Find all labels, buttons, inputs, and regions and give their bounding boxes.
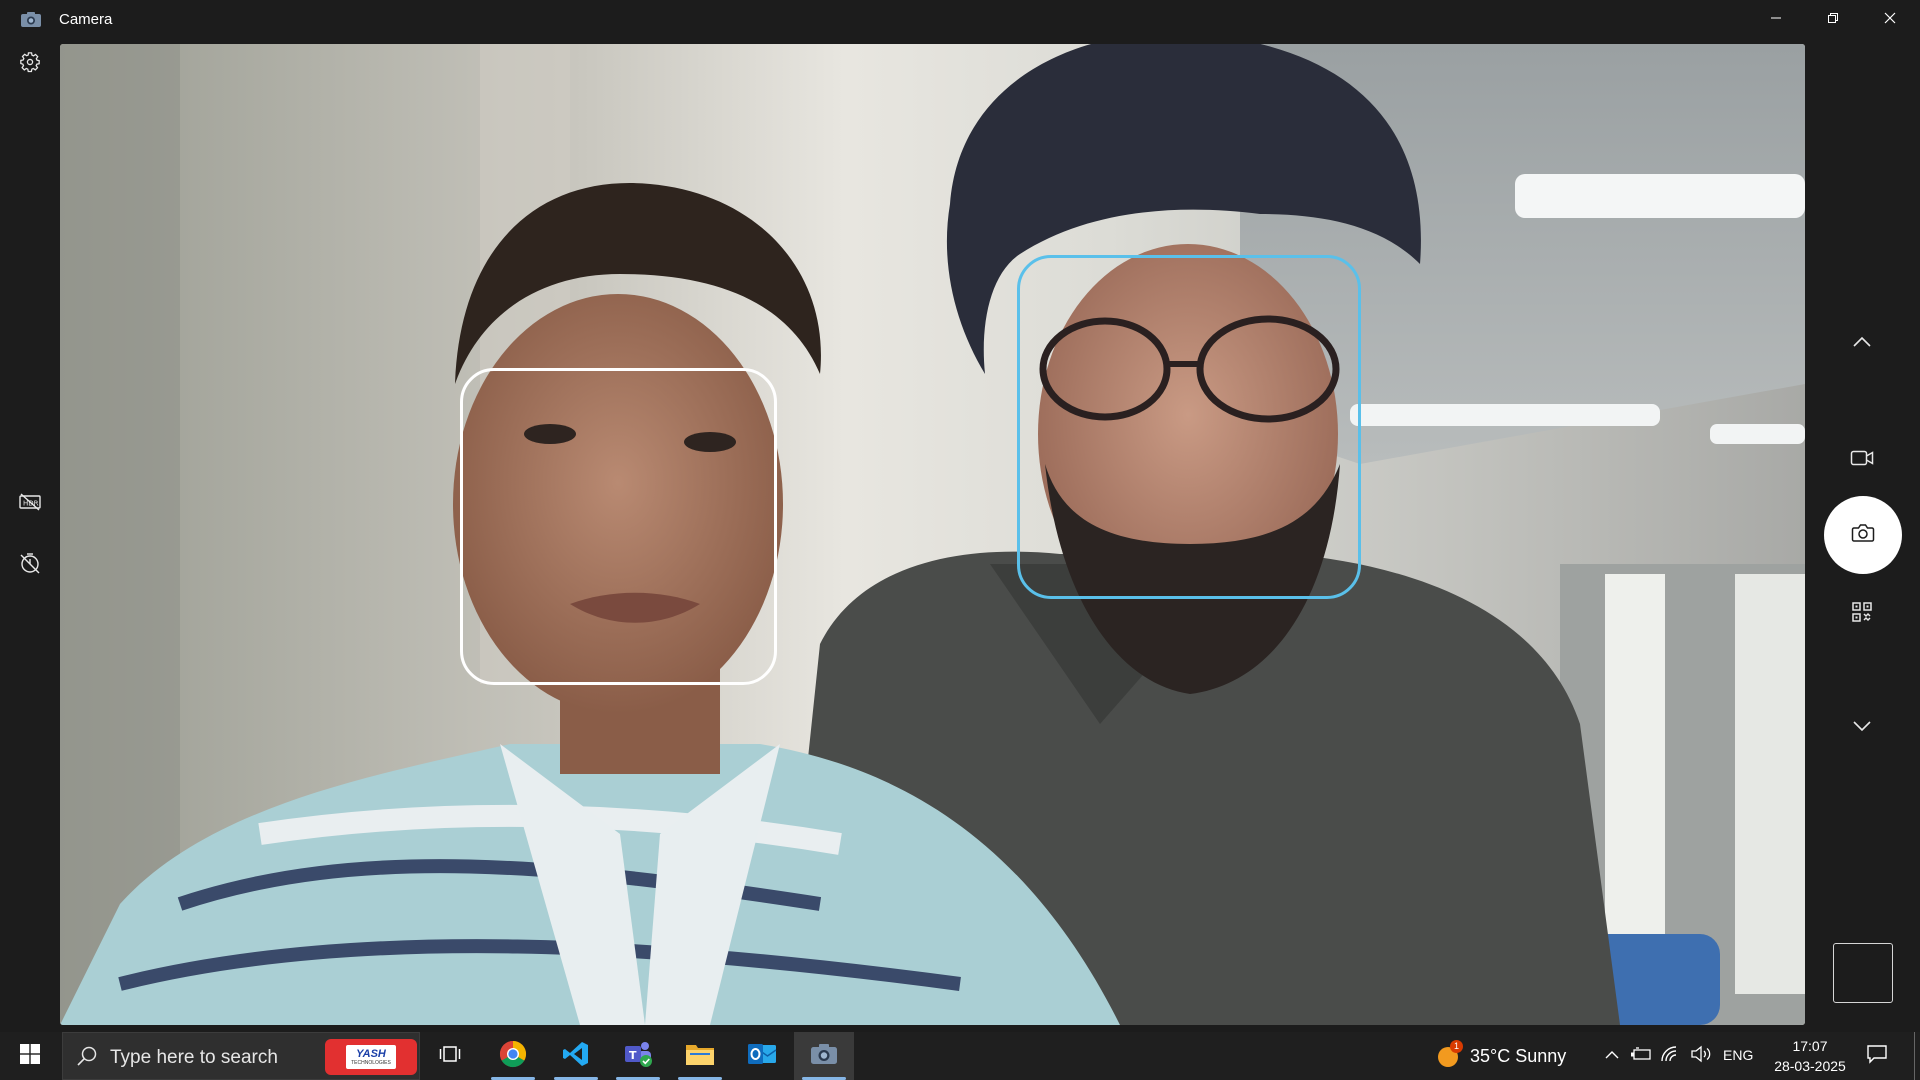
settings-button[interactable]	[10, 44, 50, 84]
taskbar-app-vscode[interactable]	[546, 1032, 606, 1080]
barcode-mode-button[interactable]	[1842, 594, 1882, 634]
start-button[interactable]	[0, 1032, 60, 1080]
close-icon	[1884, 11, 1896, 29]
maximize-button[interactable]	[1805, 0, 1861, 40]
taskbar-app-teams[interactable]: T	[608, 1032, 668, 1080]
chevron-up-icon	[1604, 1047, 1620, 1065]
folder-icon	[685, 1041, 715, 1072]
show-desktop-button[interactable]	[1914, 1032, 1915, 1080]
teams-icon: T	[623, 1040, 653, 1073]
last-capture-thumbnail[interactable]	[1833, 943, 1893, 1003]
weather-widget[interactable]: 1 35°C Sunny	[1436, 1032, 1566, 1080]
task-view-button[interactable]	[420, 1032, 480, 1080]
windows-logo-icon	[20, 1043, 40, 1069]
weather-text: 35°C Sunny	[1470, 1045, 1567, 1066]
speaker-icon	[1690, 1045, 1712, 1068]
camera-viewfinder[interactable]	[60, 44, 1805, 1025]
taskbar-app-file-explorer[interactable]	[670, 1032, 730, 1080]
search-icon	[76, 1045, 98, 1072]
battery-icon	[1630, 1046, 1652, 1066]
mode-down-button[interactable]	[1842, 708, 1882, 748]
taskbar-search-box[interactable]: Type here to search YASH TECHNOLOGIES	[62, 1032, 420, 1080]
camera-app-icon	[810, 1043, 838, 1070]
clock[interactable]: 17:07 28-03-2025	[1764, 1036, 1856, 1076]
timer-off-icon	[19, 552, 41, 579]
take-photo-button[interactable]	[1824, 496, 1902, 574]
clock-date: 28-03-2025	[1774, 1058, 1846, 1074]
qr-code-icon	[1852, 601, 1872, 627]
vscode-icon	[562, 1040, 590, 1073]
window-title: Camera	[59, 11, 113, 28]
close-button[interactable]	[1862, 0, 1918, 40]
notification-icon	[1866, 1044, 1888, 1069]
camera-preview-image	[60, 44, 1805, 1025]
volume-button[interactable]	[1689, 1044, 1713, 1068]
taskbar-app-camera[interactable]	[794, 1032, 854, 1080]
video-camera-icon	[1850, 449, 1874, 472]
search-highlight-banner[interactable]: YASH TECHNOLOGIES	[325, 1039, 417, 1075]
weather-alert-badge: 1	[1450, 1040, 1463, 1053]
chrome-icon	[498, 1039, 528, 1074]
input-language-indicator[interactable]: ENG	[1723, 1047, 1753, 1063]
mode-up-button[interactable]	[1842, 324, 1882, 364]
taskbar-app-chrome[interactable]	[483, 1032, 543, 1080]
svg-text:T: T	[629, 1049, 637, 1062]
timer-off-button[interactable]	[10, 545, 50, 585]
face-detection-box	[460, 368, 777, 685]
gear-icon	[19, 51, 41, 78]
chevron-up-icon	[1852, 335, 1872, 353]
search-placeholder: Type here to search	[110, 1047, 278, 1068]
notification-center-button[interactable]	[1862, 1042, 1892, 1070]
outlook-icon	[747, 1040, 777, 1073]
taskbar: Type here to search YASH TECHNOLOGIES T	[0, 1032, 1920, 1080]
battery-button[interactable]	[1629, 1044, 1653, 1068]
task-view-icon	[439, 1044, 461, 1069]
network-button[interactable]	[1659, 1044, 1683, 1068]
video-mode-button[interactable]	[1842, 440, 1882, 480]
hdr-off-button[interactable]: HDR	[10, 484, 50, 524]
taskbar-app-outlook[interactable]	[732, 1032, 792, 1080]
clock-time: 17:07	[1792, 1038, 1828, 1054]
camera-app-icon	[20, 11, 42, 28]
show-hidden-icons-button[interactable]	[1600, 1044, 1624, 1068]
minimize-button[interactable]	[1748, 0, 1804, 40]
title-bar: Camera	[0, 0, 1920, 40]
banner-logo-text: YASH	[356, 1047, 386, 1060]
maximize-icon	[1827, 11, 1839, 29]
face-detection-box	[1017, 255, 1361, 599]
wifi-icon	[1660, 1045, 1682, 1068]
chevron-down-icon	[1852, 719, 1872, 737]
banner-logo-subtext: TECHNOLOGIES	[351, 1059, 391, 1066]
camera-icon	[1851, 523, 1875, 548]
sun-icon: 1	[1436, 1040, 1463, 1069]
minimize-icon	[1770, 11, 1782, 29]
hdr-off-icon: HDR	[19, 492, 41, 516]
